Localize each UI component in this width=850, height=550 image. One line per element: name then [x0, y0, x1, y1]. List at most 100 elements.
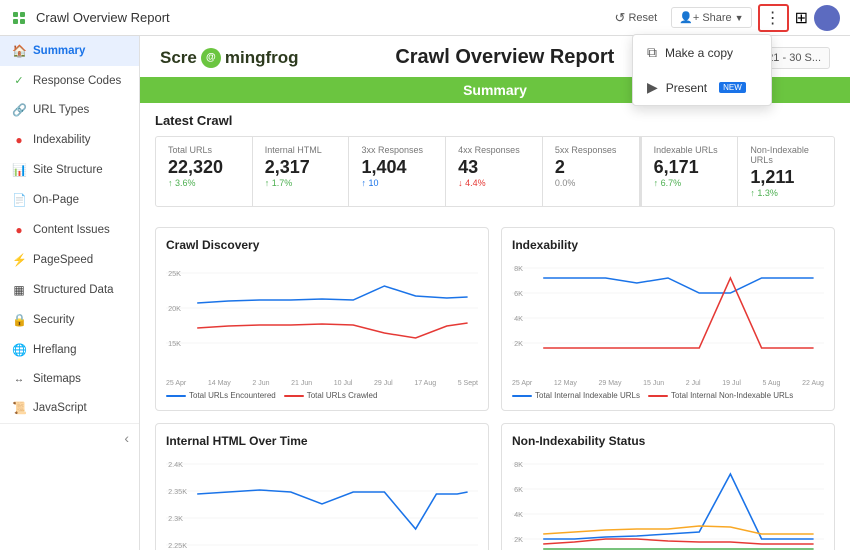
sidebar-item-on-page[interactable]: 📄 On-Page: [0, 185, 139, 215]
stat-value-total-urls: 22,320: [168, 157, 240, 178]
svg-text:2.35K: 2.35K: [168, 488, 187, 496]
stat-value-4xx: 43: [458, 157, 530, 178]
pagespeed-icon: ⚡: [12, 253, 26, 267]
chart-crawl-discovery-legend: Total URLs Encountered Total URLs Crawle…: [166, 391, 478, 400]
grid-icon[interactable]: ⊞: [795, 8, 808, 28]
stat-total-urls: Total URLs 22,320 ↑ 3.6%: [156, 137, 253, 206]
indexability-icon: ●: [12, 133, 26, 147]
sidebar-item-indexability[interactable]: ● Indexability: [0, 125, 139, 155]
legend-dot-non-indexable: [648, 395, 668, 397]
chart-non-indexability: Non-Indexability Status 8K 6K 4K 2K: [501, 423, 835, 550]
sidebar-item-content-issues[interactable]: ● Content Issues: [0, 215, 139, 245]
page-title: Crawl Overview Report: [36, 10, 170, 25]
sidebar-item-summary[interactable]: 🏠 Summary: [0, 36, 139, 66]
stat-change-4xx: ↓ 4.4%: [458, 178, 530, 188]
sidebar-collapse-button[interactable]: ‹: [0, 423, 139, 452]
chart-non-indexability-title: Non-Indexability Status: [512, 434, 824, 448]
sidebar-item-hreflang[interactable]: 🌐 Hreflang: [0, 335, 139, 365]
more-options-button[interactable]: ⋮: [758, 4, 789, 32]
sidebar-item-sitemaps[interactable]: ↔ Sitemaps: [0, 365, 139, 393]
chart-crawl-discovery-x-labels: 25 Apr 14 May 2 Jun 21 Jun 10 Jul 29 Jul…: [166, 380, 478, 387]
reset-icon: ↺: [615, 10, 626, 26]
sidebar: 🏠 Summary ✓ Response Codes 🔗 URL Types ●…: [0, 36, 140, 550]
top-bar: Crawl Overview Report ↺ Reset 👤+ Share ▼…: [0, 0, 850, 36]
home-icon: 🏠: [12, 44, 26, 58]
svg-text:15K: 15K: [168, 340, 181, 348]
chart-indexability-area: 8K 6K 4K 2K: [512, 258, 824, 378]
logo-text-part1: Scre: [160, 48, 197, 68]
stat-label-internal-html: Internal HTML: [265, 145, 337, 155]
svg-text:6K: 6K: [514, 290, 523, 298]
stat-label-4xx: 4xx Responses: [458, 145, 530, 155]
stat-change-indexable: ↑ 6.7%: [654, 178, 726, 188]
view-toggle: ⊞: [795, 8, 808, 28]
dots-icon: ⋮: [765, 8, 782, 28]
latest-crawl-title: Latest Crawl: [155, 113, 835, 128]
stat-change-internal-html: ↑ 1.7%: [265, 178, 337, 188]
chart-indexability-legend: Total Internal Indexable URLs Total Inte…: [512, 391, 824, 400]
copy-icon: ⧉: [647, 44, 657, 61]
stat-label-indexable: Indexable URLs: [654, 145, 726, 155]
stat-value-internal-html: 2,317: [265, 157, 337, 178]
top-bar-actions: ↺ Reset 👤+ Share ▼ ⋮ ⊞: [607, 4, 840, 32]
svg-text:4K: 4K: [514, 511, 523, 519]
stat-label-5xx: 5xx Responses: [555, 145, 627, 155]
stats-grid: Total URLs 22,320 ↑ 3.6% Internal HTML 2…: [155, 136, 835, 207]
on-page-icon: 📄: [12, 193, 26, 207]
logo: Scre @ mingfrog: [160, 48, 299, 68]
legend-indexable-urls: Total Internal Indexable URLs: [512, 391, 640, 400]
legend-total-urls-crawled: Total URLs Crawled: [284, 391, 378, 400]
user-avatar[interactable]: [814, 5, 840, 31]
svg-text:2.4K: 2.4K: [168, 461, 183, 469]
stat-value-indexable: 6,171: [654, 157, 726, 178]
check-icon: ✓: [12, 74, 26, 87]
chart-non-indexability-area: 8K 6K 4K 2K: [512, 454, 824, 550]
chart-internal-html-title: Internal HTML Over Time: [166, 434, 478, 448]
stat-value-5xx: 2: [555, 157, 627, 178]
dropdown-menu: ⧉ Make a copy ▶ Present NEW: [632, 34, 772, 106]
svg-text:2K: 2K: [514, 340, 523, 348]
chart-crawl-discovery-area: 25K 20K 15K: [166, 258, 478, 378]
legend-dot-blue: [166, 395, 186, 397]
svg-text:2K: 2K: [514, 536, 523, 544]
make-copy-item[interactable]: ⧉ Make a copy: [633, 35, 771, 70]
sidebar-item-pagespeed[interactable]: ⚡ PageSpeed: [0, 245, 139, 275]
structured-data-icon: ▦: [12, 283, 26, 297]
sidebar-item-url-types[interactable]: 🔗 URL Types: [0, 95, 139, 125]
legend-dot-red: [284, 395, 304, 397]
stats-section: Latest Crawl Total URLs 22,320 ↑ 3.6% In…: [140, 103, 850, 217]
chart-crawl-discovery-title: Crawl Discovery: [166, 238, 478, 252]
legend-non-indexable-urls: Total Internal Non-Indexable URLs: [648, 391, 793, 400]
javascript-icon: 📜: [12, 401, 26, 415]
svg-text:20K: 20K: [168, 305, 181, 313]
sidebar-item-site-structure[interactable]: 📊 Site Structure: [0, 155, 139, 185]
content-issues-icon: ●: [12, 223, 26, 237]
sidebar-item-structured-data[interactable]: ▦ Structured Data: [0, 275, 139, 305]
chart-indexability: Indexability 8K 6K 4K 2K: [501, 227, 835, 411]
stat-value-3xx: 1,404: [361, 157, 433, 178]
stat-5xx: 5xx Responses 2 0.0%: [543, 137, 640, 206]
svg-text:2.25K: 2.25K: [168, 542, 187, 550]
legend-dot-indexable: [512, 395, 532, 397]
stat-change-3xx: ↑ 10: [361, 178, 433, 188]
share-icon: 👤+: [679, 11, 699, 24]
svg-text:4K: 4K: [514, 315, 523, 323]
logo-text-part2: mingfrog: [225, 48, 299, 68]
stat-indexable-urls: Indexable URLs 6,171 ↑ 6.7%: [640, 137, 739, 206]
svg-text:8K: 8K: [514, 461, 523, 469]
legend-total-urls-encountered: Total URLs Encountered: [166, 391, 276, 400]
chart-crawl-discovery: Crawl Discovery 25K 20K 15K: [155, 227, 489, 411]
report-main-title: Crawl Overview Report: [395, 46, 614, 69]
present-item[interactable]: ▶ Present NEW: [633, 70, 771, 105]
present-icon: ▶: [647, 79, 658, 96]
sidebar-item-security[interactable]: 🔒 Security: [0, 305, 139, 335]
share-dropdown-icon: ▼: [735, 13, 744, 23]
stat-3xx: 3xx Responses 1,404 ↑ 10: [349, 137, 446, 206]
reset-button[interactable]: ↺ Reset: [607, 6, 666, 30]
sidebar-item-javascript[interactable]: 📜 JavaScript: [0, 393, 139, 423]
stat-value-non-indexable: 1,211: [750, 167, 822, 188]
site-structure-icon: 📊: [12, 163, 26, 177]
security-icon: 🔒: [12, 313, 26, 327]
share-button[interactable]: 👤+ Share ▼: [671, 7, 751, 28]
sidebar-item-response-codes[interactable]: ✓ Response Codes: [0, 66, 139, 95]
